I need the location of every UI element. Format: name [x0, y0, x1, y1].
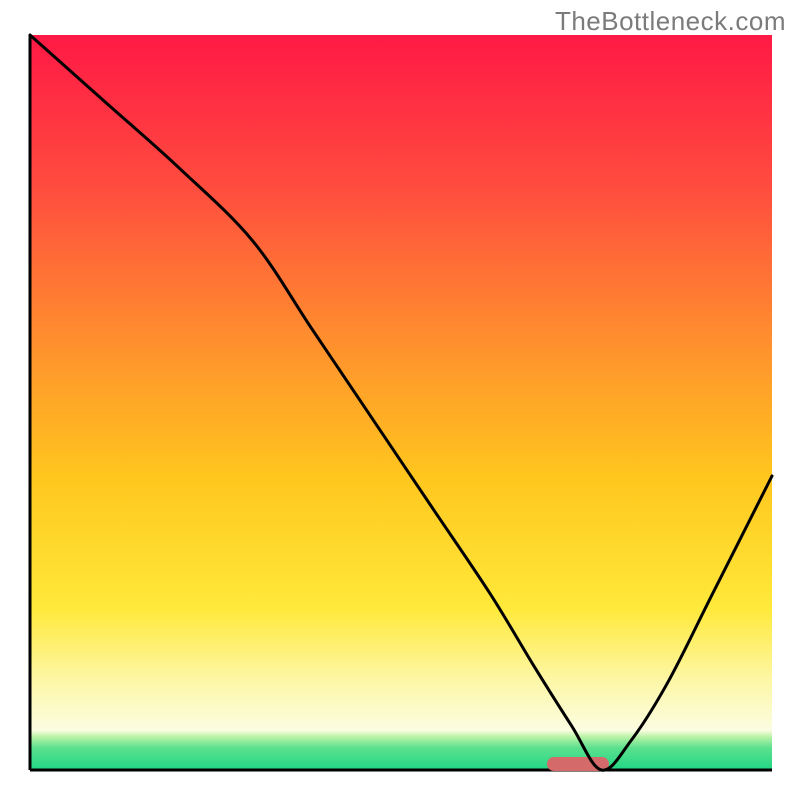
chart-stage: TheBottleneck.com [0, 0, 800, 800]
plot-background [30, 35, 772, 770]
chart-svg [0, 0, 800, 800]
watermark-text: TheBottleneck.com [555, 6, 786, 37]
